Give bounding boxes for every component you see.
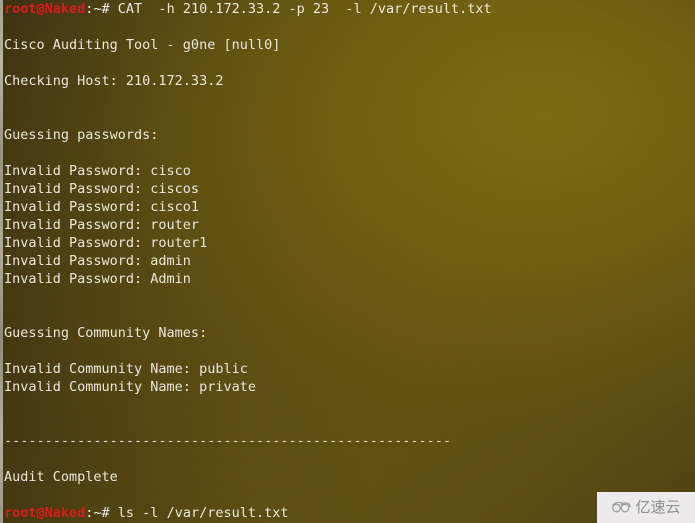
terminal-output-line: Invalid Password: Admin — [4, 270, 695, 288]
terminal-output-line: Guessing Community Names: — [4, 324, 695, 342]
prompt-symbol: :~# — [85, 505, 118, 521]
terminal-output-line: Invalid Password: cisco — [4, 162, 695, 180]
terminal-output-line: Invalid Community Name: private — [4, 378, 695, 396]
terminal-output-line: Invalid Password: cisco1 — [4, 198, 695, 216]
window-left-border — [0, 0, 3, 523]
terminal-output-area[interactable]: root@Naked:~# CAT -h 210.172.33.2 -p 23 … — [4, 0, 695, 523]
terminal-command: ls -l /var/result.txt — [117, 505, 289, 521]
output-text: Guessing passwords: — [4, 127, 159, 143]
output-text: Audit Complete — [4, 469, 118, 485]
output-text: Invalid Password: router — [4, 217, 200, 233]
terminal-window: root@Naked:~# CAT -h 210.172.33.2 -p 23 … — [0, 0, 695, 523]
output-text: Invalid Password: Admin — [4, 271, 191, 287]
output-text: Invalid Password: admin — [4, 253, 191, 269]
output-text: Invalid Community Name: private — [4, 379, 256, 395]
watermark: 亿速云 — [597, 492, 695, 523]
terminal-output-line: Invalid Password: ciscos — [4, 180, 695, 198]
output-text: Cisco Auditing Tool - g0ne [null0] — [4, 37, 281, 53]
terminal-output-line: Invalid Password: router1 — [4, 234, 695, 252]
output-text: Invalid Password: cisco1 — [4, 199, 200, 215]
terminal-output-line: Invalid Password: admin — [4, 252, 695, 270]
output-text: Invalid Password: cisco — [4, 163, 191, 179]
output-text: Invalid Password: ciscos — [4, 181, 200, 197]
terminal-output-line: Cisco Auditing Tool - g0ne [null0] — [4, 36, 695, 54]
output-text: Checking Host: 210.172.33.2 — [4, 73, 224, 89]
output-text: Invalid Password: router1 — [4, 235, 208, 251]
terminal-separator: ----------------------------------------… — [4, 432, 695, 450]
terminal-output-line: Checking Host: 210.172.33.2 — [4, 72, 695, 90]
prompt-user: root@Naked — [4, 1, 86, 17]
output-text: Invalid Community Name: public — [4, 361, 248, 377]
prompt-user: root@Naked — [4, 505, 86, 521]
separator-dashes: ----------------------------------------… — [4, 433, 452, 449]
cloud-logo-icon — [612, 501, 632, 513]
terminal-prompt-line: root@Naked:~# ls -l /var/result.txt — [4, 504, 695, 522]
terminal-prompt-line: root@Naked:~# CAT -h 210.172.33.2 -p 23 … — [4, 0, 695, 18]
watermark-text: 亿速云 — [635, 498, 681, 516]
terminal-output-line: Audit Complete — [4, 468, 695, 486]
terminal-output-line: Invalid Password: router — [4, 216, 695, 234]
output-text: Guessing Community Names: — [4, 325, 208, 341]
terminal-output-line: Guessing passwords: — [4, 126, 695, 144]
terminal-command: CAT -h 210.172.33.2 -p 23 -l /var/result… — [117, 1, 492, 17]
terminal-output-line: Invalid Community Name: public — [4, 360, 695, 378]
prompt-symbol: :~# — [85, 1, 118, 17]
